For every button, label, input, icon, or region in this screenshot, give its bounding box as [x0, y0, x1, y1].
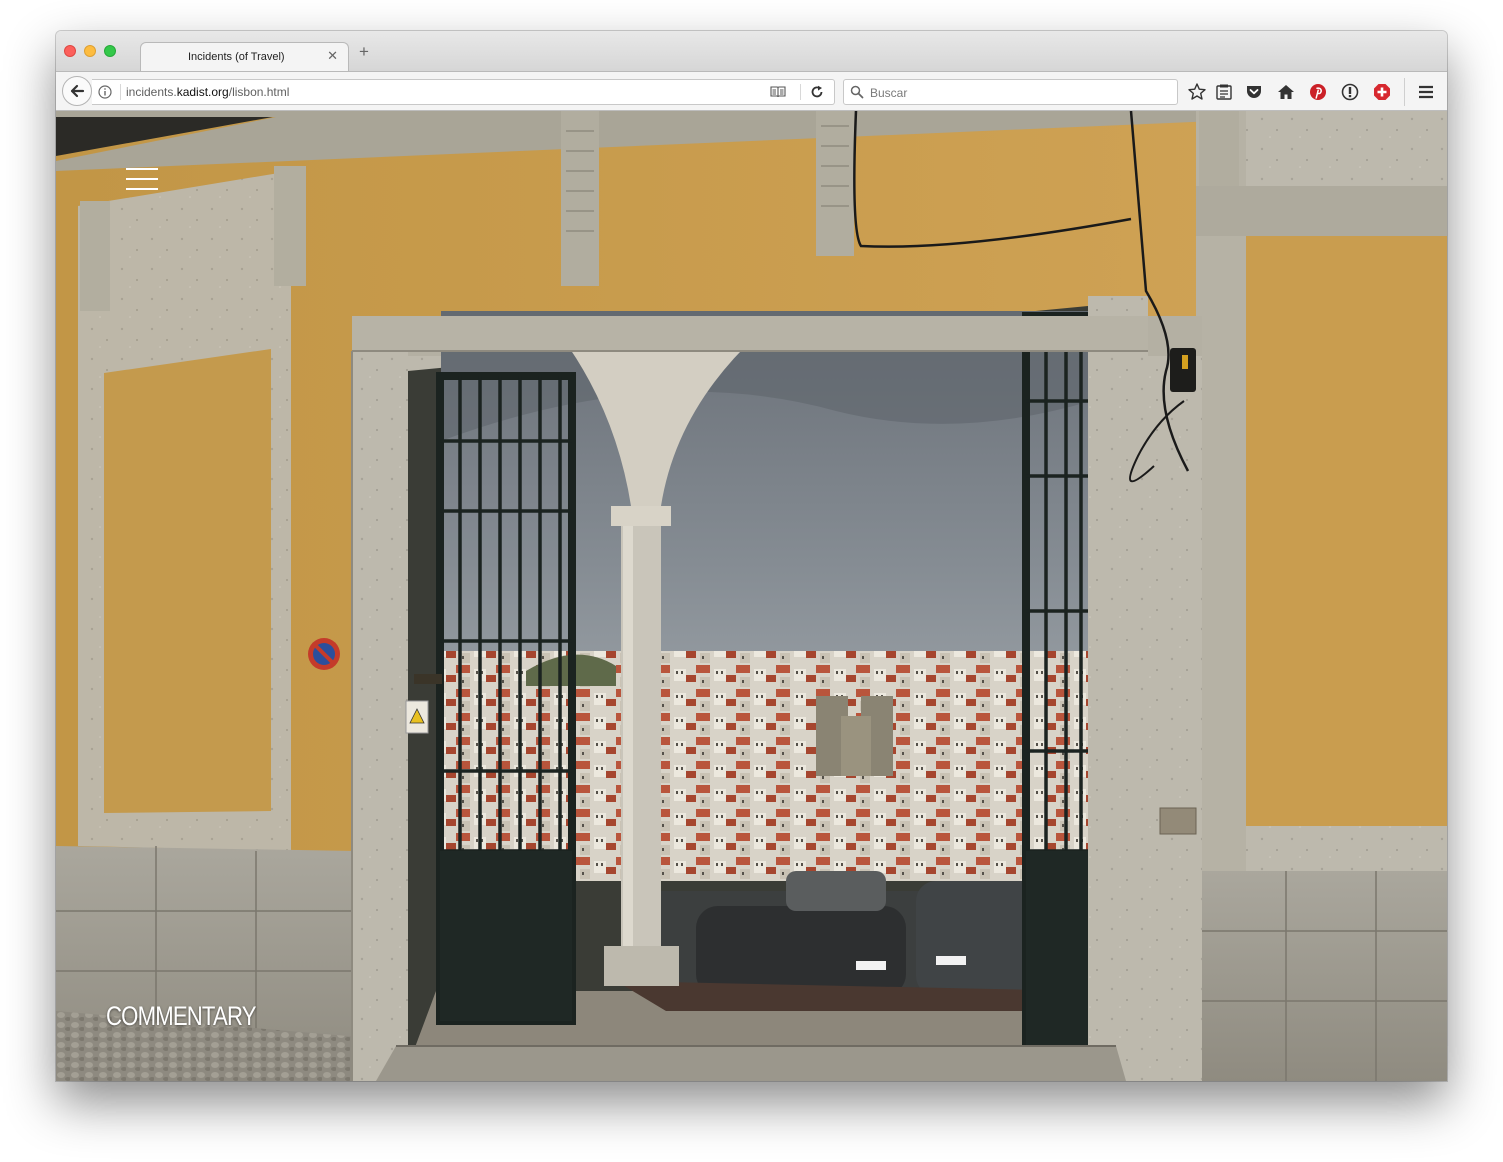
password-manager-icon[interactable]: [1340, 82, 1360, 102]
reader-view-icon[interactable]: [770, 85, 786, 99]
url-separator: [120, 84, 121, 100]
close-window-button[interactable]: [64, 45, 76, 57]
tab-incidents[interactable]: Incidents (of Travel) ✕: [140, 42, 349, 72]
search-icon: [850, 85, 864, 99]
url-path: /lisbon.html: [228, 85, 290, 99]
navigation-bar: incidents.kadist.org/lisbon.html: [56, 71, 1447, 111]
site-info-icon[interactable]: [98, 85, 112, 99]
hamburger-menu-icon[interactable]: [126, 168, 160, 194]
reload-icon[interactable]: [810, 85, 824, 99]
bookmark-star-icon[interactable]: [1187, 82, 1207, 102]
url-prefix: incidents.: [126, 85, 177, 99]
home-icon[interactable]: [1276, 82, 1296, 102]
search-input[interactable]: [868, 83, 1172, 103]
pocket-icon[interactable]: [1244, 82, 1264, 102]
adblock-plus-icon[interactable]: [1372, 82, 1392, 102]
url-bar[interactable]: incidents.kadist.org/lisbon.html: [92, 79, 835, 105]
tab-strip: Incidents (of Travel) ✕ +: [56, 31, 1447, 72]
url-host: kadist.org: [176, 85, 229, 99]
search-bar[interactable]: [843, 79, 1178, 105]
browser-window: Incidents (of Travel) ✕ + incidents.kadi…: [56, 31, 1447, 1081]
new-tab-button[interactable]: +: [359, 43, 369, 60]
tab-close-icon[interactable]: ✕: [327, 48, 338, 64]
reading-list-icon[interactable]: [1214, 82, 1234, 102]
commentary-link[interactable]: COMMENTARY: [106, 1001, 256, 1032]
url-separator: [800, 84, 801, 100]
pinterest-icon[interactable]: [1308, 82, 1328, 102]
toolbar-separator: [1404, 78, 1405, 106]
zoom-window-button[interactable]: [104, 45, 116, 57]
back-button[interactable]: [62, 76, 92, 106]
back-arrow-icon: [70, 84, 85, 98]
url-text[interactable]: incidents.kadist.org/lisbon.html: [126, 85, 289, 99]
hero-photo: [56, 111, 1447, 1081]
minimize-window-button[interactable]: [84, 45, 96, 57]
tab-title: Incidents (of Travel): [188, 51, 285, 63]
menu-icon[interactable]: [1416, 82, 1436, 102]
page-content: COMMENTARY: [56, 111, 1447, 1081]
